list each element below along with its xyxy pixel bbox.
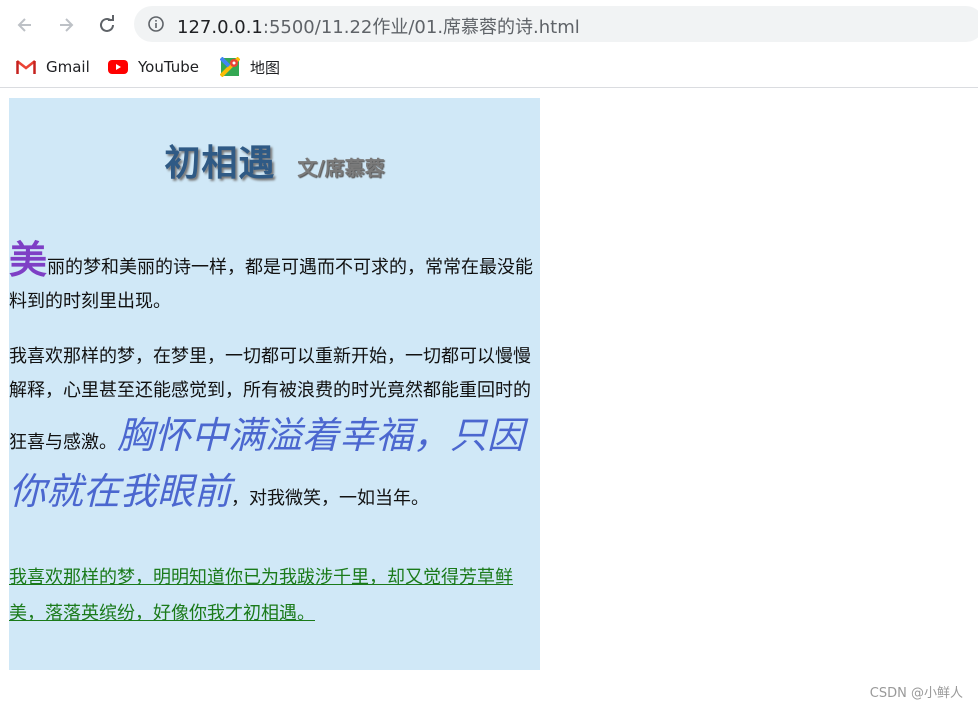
paragraph-1: 美丽的梦和美丽的诗一样，都是可遇而不可求的，常常在最没能料到的时刻里出现。 — [9, 241, 534, 319]
maps-icon — [220, 57, 240, 77]
bookmarks-bar: Gmail YouTube 地图 — [0, 48, 978, 88]
arrow-left-icon — [17, 18, 31, 32]
bookmark-gmail[interactable]: Gmail — [16, 56, 90, 78]
paragraph-2: 我喜欢那样的梦，在梦里，一切都可以重新开始，一切都可以慢慢解释，心里甚至还能感觉… — [9, 340, 533, 520]
dropcap: 美 — [9, 238, 48, 282]
watermark: CSDN @小鲜人 — [869, 686, 963, 701]
gmail-icon — [16, 57, 36, 77]
back-button[interactable] — [12, 12, 38, 38]
youtube-icon — [108, 57, 128, 77]
browser-toolbar: 127.0.0.1:5500/11.22作业/01.席慕蓉的诗.html — [0, 0, 978, 48]
url-host: 127.0.0.1 — [177, 17, 263, 38]
author: 文/席慕蓉 — [297, 156, 385, 180]
paragraph-2-tail: ，对我微笑，一如当年。 — [231, 488, 429, 509]
bookmark-label: Gmail — [46, 58, 90, 76]
title-row: 初相遇 文/席慕蓉 — [9, 134, 540, 186]
bookmark-label: 地图 — [250, 58, 281, 77]
address-bar[interactable]: 127.0.0.1:5500/11.22作业/01.席慕蓉的诗.html — [134, 6, 978, 42]
arrow-right-icon — [60, 18, 74, 32]
page-title: 初相遇 — [164, 142, 276, 184]
paragraph-3-link[interactable]: 我喜欢那样的梦，明明知道你已为我跋涉千里，却又觉得芳草鲜美，落落英缤纷，好像你我… — [9, 560, 533, 632]
reload-icon — [100, 15, 114, 32]
paragraph-3-text: 我喜欢那样的梦，明明知道你已为我跋涉千里，却又觉得芳草鲜美，落落英缤纷，好像你我… — [9, 567, 513, 624]
forward-button[interactable] — [53, 12, 79, 38]
reload-button[interactable] — [94, 12, 120, 38]
bookmark-youtube[interactable]: YouTube — [108, 56, 199, 78]
url-text[interactable]: 127.0.0.1:5500/11.22作业/01.席慕蓉的诗.html — [177, 13, 580, 39]
poem-container: 初相遇 文/席慕蓉 美丽的梦和美丽的诗一样，都是可遇而不可求的，常常在最没能料到的… — [9, 98, 540, 670]
bookmark-label: YouTube — [138, 58, 199, 76]
paragraph-1-text: 丽的梦和美丽的诗一样，都是可遇而不可求的，常常在最没能料到的时刻里出现。 — [9, 257, 534, 312]
bookmark-maps[interactable]: 地图 — [220, 56, 280, 78]
url-path: :5500/11.22作业/01.席慕蓉的诗.html — [262, 17, 580, 38]
info-icon[interactable] — [148, 16, 164, 32]
